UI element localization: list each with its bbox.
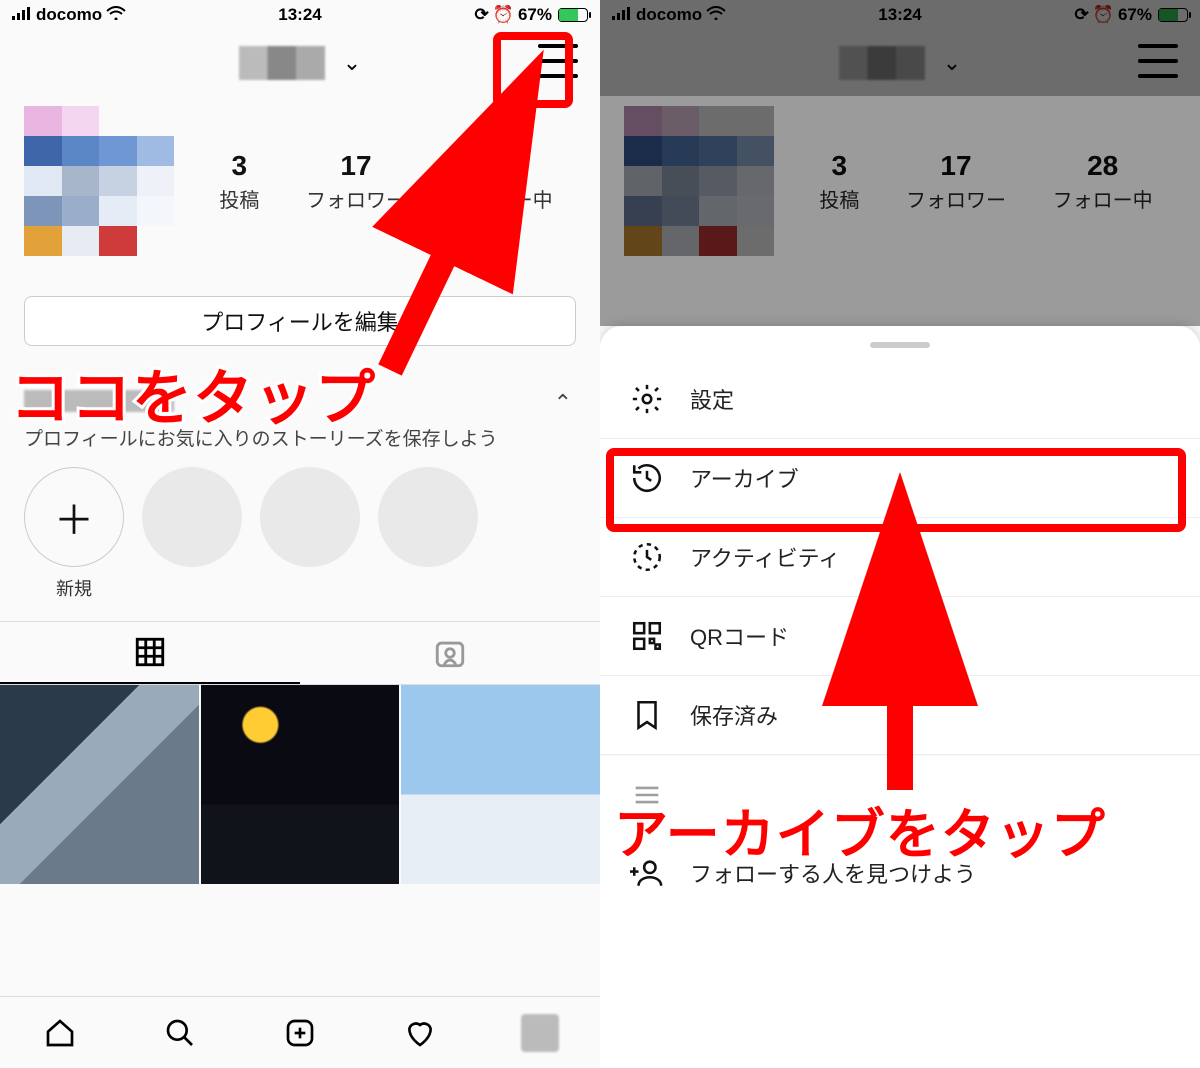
bottom-nav — [0, 996, 600, 1068]
highlights-row: ＋ 新規 — [0, 457, 600, 621]
signal-icon — [12, 5, 32, 25]
highlight-placeholder — [260, 467, 360, 567]
stat-following[interactable]: 28 フォロー中 — [1053, 150, 1153, 213]
nav-profile[interactable] — [521, 1014, 559, 1052]
bookmark-icon — [630, 698, 664, 732]
rotation-lock-icon: ⟳ — [1075, 5, 1089, 25]
highlight-section: ⌃ プロフィールにお気に入りのストーリーズを保存しよう — [0, 346, 600, 457]
hamburger-menu-button[interactable] — [1138, 44, 1178, 78]
battery-pct: 67% — [518, 5, 552, 25]
carrier-label: docomo — [636, 5, 702, 25]
profile-header: ⌄ — [600, 30, 1200, 96]
status-bar: docomo 13:24 ⟳ ⏰ 67% — [0, 0, 600, 30]
highlight-title-blurred — [24, 390, 174, 412]
post-thumbnail[interactable] — [0, 685, 199, 884]
rotation-lock-icon: ⟳ — [475, 5, 489, 25]
stat-posts-count: 3 — [819, 150, 859, 182]
stat-following[interactable]: 28 フォロー中 — [453, 150, 553, 213]
menu-settings[interactable]: 設定 — [600, 360, 1200, 439]
chevron-down-icon: ⌄ — [343, 50, 361, 76]
battery-icon — [1158, 8, 1188, 22]
carrier-label: docomo — [36, 5, 102, 25]
username-switcher[interactable]: ⌄ — [239, 46, 361, 80]
highlight-new-label: 新規 — [24, 575, 124, 601]
tab-tagged[interactable] — [300, 622, 600, 684]
battery-pct: 67% — [1118, 5, 1152, 25]
sheet-grabber[interactable] — [870, 342, 930, 348]
nav-activity[interactable] — [401, 1014, 439, 1052]
highlight-placeholder — [378, 467, 478, 567]
screenshot-left: docomo 13:24 ⟳ ⏰ 67% ⌄ — [0, 0, 600, 1068]
menu-sheet: 設定 アーカイブ アクティビティ QRコード — [600, 326, 1200, 1068]
highlight-hint-text: プロフィールにお気に入りのストーリーズを保存しよう — [24, 424, 576, 451]
alarm-icon: ⏰ — [1093, 5, 1114, 25]
gear-icon — [630, 382, 664, 416]
edit-profile-button[interactable]: プロフィールを編集 — [24, 296, 576, 346]
menu-item-partial[interactable] — [600, 755, 1200, 834]
status-bar: docomo 13:24 ⟳ ⏰ 67% — [600, 0, 1200, 30]
avatar-blurred[interactable] — [24, 106, 174, 256]
qr-icon — [630, 619, 664, 653]
signal-icon — [612, 5, 632, 25]
stat-following-count: 28 — [1053, 150, 1153, 182]
stat-followers-count: 17 — [306, 150, 406, 182]
menu-saved-label: 保存済み — [690, 699, 778, 731]
plus-icon: ＋ — [24, 467, 124, 567]
list-icon — [630, 778, 664, 812]
menu-saved[interactable]: 保存済み — [600, 676, 1200, 755]
menu-qr-label: QRコード — [690, 620, 789, 652]
battery-icon — [558, 8, 588, 22]
stat-posts[interactable]: 3 投稿 — [219, 150, 259, 213]
stat-following-label: フォロー中 — [453, 184, 553, 213]
stat-followers[interactable]: 17 フォロワー — [906, 150, 1006, 213]
username-switcher[interactable]: ⌄ — [839, 46, 961, 80]
username-blurred — [839, 46, 925, 80]
photo-grid — [0, 685, 600, 884]
alarm-icon: ⏰ — [493, 5, 514, 25]
menu-archive[interactable]: アーカイブ — [600, 439, 1200, 518]
chevron-up-icon[interactable]: ⌃ — [554, 390, 572, 416]
stat-following-label: フォロー中 — [1053, 184, 1153, 213]
stat-posts[interactable]: 3 投稿 — [819, 150, 859, 213]
activity-icon — [630, 540, 664, 574]
edit-profile-label: プロフィールを編集 — [201, 305, 399, 337]
stat-posts-label: 投稿 — [819, 184, 859, 213]
highlight-placeholder — [142, 467, 242, 567]
stat-posts-count: 3 — [219, 150, 259, 182]
menu-activity[interactable]: アクティビティ — [600, 518, 1200, 597]
avatar-blurred[interactable] — [624, 106, 774, 256]
profile-tabs — [0, 621, 600, 685]
post-thumbnail[interactable] — [201, 685, 400, 884]
stat-following-count: 28 — [453, 150, 553, 182]
tab-grid[interactable] — [0, 622, 300, 684]
nav-avatar-blurred — [521, 1014, 559, 1052]
menu-archive-label: アーカイブ — [690, 462, 799, 494]
profile-row: 3 投稿 17 フォロワー 28 フォロー中 — [600, 96, 1200, 256]
menu-qr[interactable]: QRコード — [600, 597, 1200, 676]
profile-header: ⌄ — [0, 30, 600, 96]
nav-search[interactable] — [161, 1014, 199, 1052]
nav-new-post[interactable] — [281, 1014, 319, 1052]
username-blurred — [239, 46, 325, 80]
menu-activity-label: アクティビティ — [690, 541, 840, 573]
highlight-new[interactable]: ＋ 新規 — [24, 467, 124, 601]
archive-icon — [630, 461, 664, 495]
wifi-icon — [106, 5, 126, 25]
stat-posts-label: 投稿 — [219, 184, 259, 213]
add-user-icon — [630, 856, 664, 890]
stat-followers-label: フォロワー — [306, 184, 406, 213]
post-thumbnail[interactable] — [401, 685, 600, 884]
stat-followers-label: フォロワー — [906, 184, 1006, 213]
profile-row: 3 投稿 17 フォロワー 28 フォロー中 — [0, 96, 600, 256]
menu-discover[interactable]: フォローする人を見つけよう — [600, 834, 1200, 912]
menu-settings-label: 設定 — [690, 383, 734, 415]
menu-discover-label: フォローする人を見つけよう — [690, 857, 976, 889]
chevron-down-icon: ⌄ — [943, 50, 961, 76]
hamburger-menu-button[interactable] — [538, 44, 578, 78]
stat-followers[interactable]: 17 フォロワー — [306, 150, 406, 213]
stat-followers-count: 17 — [906, 150, 1006, 182]
nav-home[interactable] — [41, 1014, 79, 1052]
screenshot-right: docomo 13:24 ⟳ ⏰ 67% ⌄ — [600, 0, 1200, 1068]
wifi-icon — [706, 5, 726, 25]
